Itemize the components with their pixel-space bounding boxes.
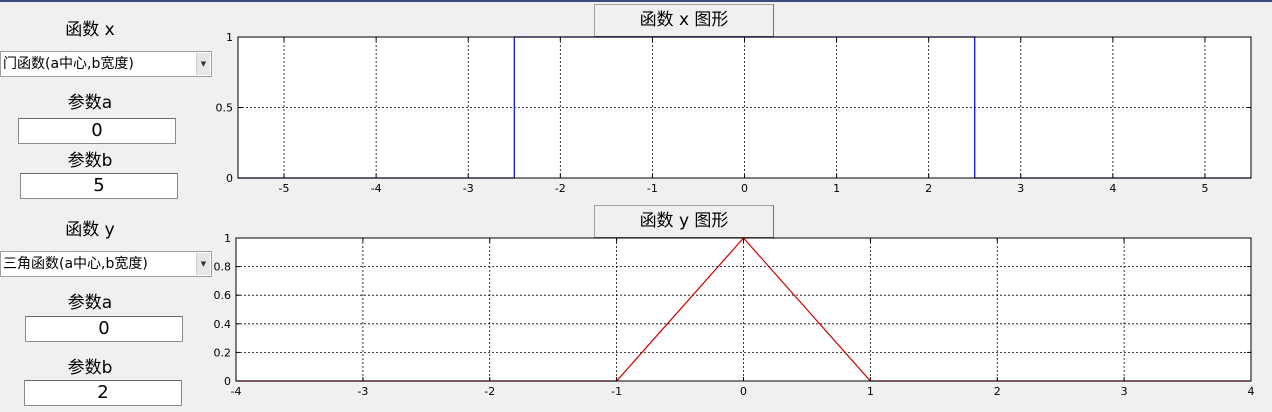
- plot-y-x-tick-label: 2: [994, 385, 1001, 398]
- plot-x-x-tick-label: 3: [1017, 182, 1024, 195]
- function-y-param-a-input[interactable]: 0: [25, 316, 183, 342]
- function-y-param-b-label: 参数b: [67, 358, 113, 378]
- function-x-param-b-input[interactable]: 5: [20, 173, 178, 199]
- plot-x-x-tick-label: 4: [1109, 182, 1116, 195]
- function-x-select-value: 门函数(a中心,b宽度): [3, 56, 134, 72]
- plot-y-x-tick-label: -2: [484, 385, 495, 398]
- window-top-border: [0, 0, 1272, 2]
- plot-y-y-tick-label: 0.4: [214, 318, 232, 331]
- plot-x-x-tick-label: 0: [741, 182, 748, 195]
- function-y-select[interactable]: 三角函数(a中心,b宽度) ▼: [0, 251, 212, 277]
- plot-x-axes: -5 -4 -3 -2 -1 0 1 2 3 4 5 0 0.5 1: [216, 31, 1252, 195]
- plot-y-x-tick-label: -1: [611, 385, 622, 398]
- plot-x-x-tick-label: -1: [647, 182, 658, 195]
- plot-x-x-tick-label: -2: [555, 182, 566, 195]
- plot-y-x-tick-label: 0: [740, 385, 747, 398]
- plot-y-x-tick-label: -4: [231, 385, 242, 398]
- function-x-label: 函数 x: [65, 20, 115, 40]
- plot-x-x-tick-label: 5: [1201, 182, 1208, 195]
- plot-y-x-tick-label: 4: [1248, 385, 1255, 398]
- function-y-param-b-input[interactable]: 2: [24, 380, 182, 406]
- plot-y-title-button[interactable]: 函数 y 图形: [594, 205, 774, 238]
- function-x-param-a-label: 参数a: [67, 93, 113, 113]
- plot-x-y-tick-label: 1: [226, 31, 233, 44]
- function-y-select-value: 三角函数(a中心,b宽度): [3, 256, 148, 272]
- plot-x-x-tick-label: -3: [463, 182, 474, 195]
- plot-y-x-tick-label: 3: [1121, 385, 1128, 398]
- plot-y-y-tick-label: 0.8: [214, 261, 232, 274]
- plot-x-x-tick-label: -4: [371, 182, 382, 195]
- function-x-select[interactable]: 门函数(a中心,b宽度) ▼: [0, 51, 212, 77]
- plot-y-y-tick-label: 0.2: [214, 346, 232, 359]
- plot-y-x-tick-label: 1: [867, 385, 874, 398]
- function-y-label: 函数 y: [65, 220, 115, 240]
- chevron-down-icon[interactable]: ▼: [196, 253, 210, 275]
- plot-x-x-tick-label: -5: [279, 182, 290, 195]
- plot-x-y-tick-label: 0.5: [216, 102, 234, 115]
- chevron-down-icon[interactable]: ▼: [196, 53, 210, 75]
- plot-y-y-tick-label: 0: [224, 375, 231, 388]
- function-x-param-a-input[interactable]: 0: [18, 118, 176, 144]
- function-y-param-a-label: 参数a: [67, 293, 113, 313]
- plot-x-title-button[interactable]: 函数 x 图形: [594, 4, 774, 37]
- plot-y-y-tick-label: 1: [224, 232, 231, 245]
- plot-x-y-tick-label: 0: [226, 172, 233, 185]
- plot-y-axes: -4 -3 -2 -1 0 1 2 3 4 0 0.2 0.4 0.6 0.8 1: [214, 232, 1255, 398]
- function-x-param-b-label: 参数b: [67, 151, 113, 171]
- plot-y-y-tick-label: 0.6: [214, 289, 232, 302]
- plot-x-x-tick-label: 2: [925, 182, 932, 195]
- plot-y-x-tick-label: -3: [357, 385, 368, 398]
- plot-x-x-tick-label: 1: [833, 182, 840, 195]
